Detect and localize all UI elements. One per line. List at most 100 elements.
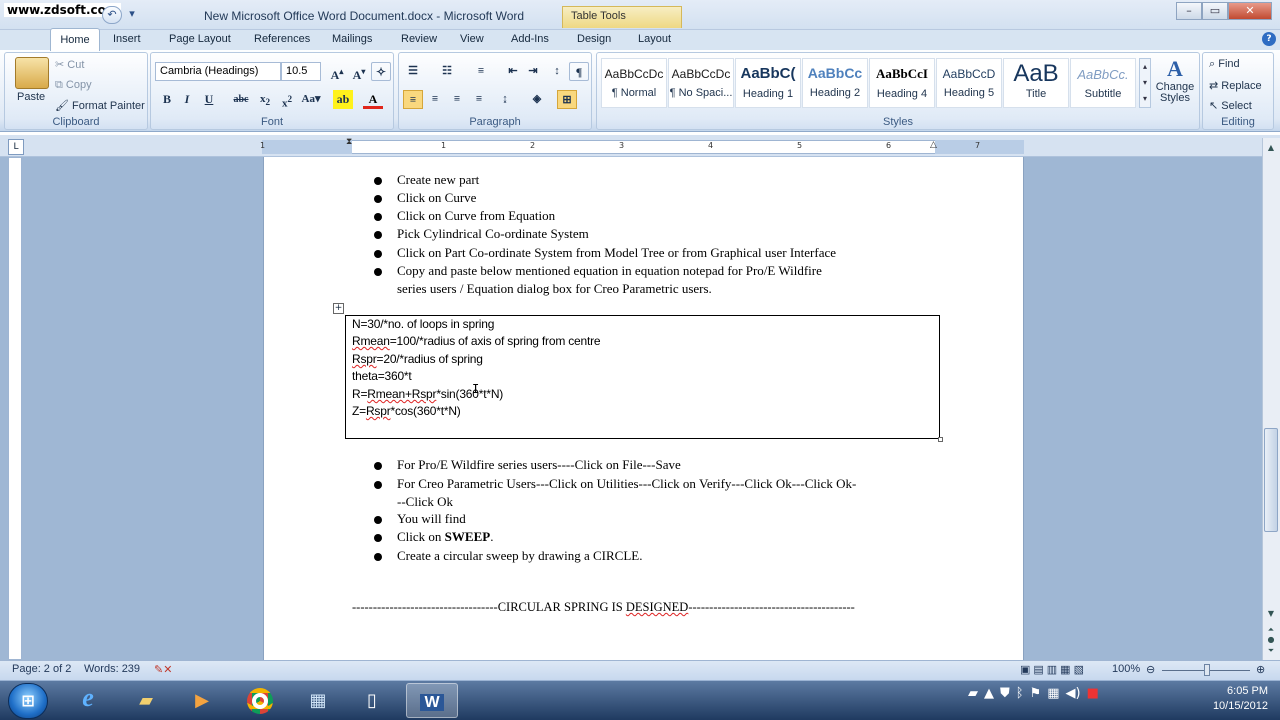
tray-arrow-icon[interactable]: ▲ [984,686,994,701]
change-styles-button[interactable]: A Change Styles [1154,56,1196,116]
find-button[interactable]: ⌕ Find [1209,58,1240,71]
increase-indent-icon[interactable]: ⇥ [523,62,543,81]
style-heading-1[interactable]: AaBbC(Heading 1 [735,58,801,108]
tab-selector[interactable]: L [8,139,24,155]
list-item[interactable]: Create new part [397,172,479,188]
cut-button[interactable]: ✂ Cut [55,58,84,71]
list-item[interactable]: Click on Part Co-ordinate System from Mo… [397,245,836,261]
proofing-icon[interactable]: ✎✕ [154,663,172,676]
explorer-folder-icon[interactable]: ▰ [120,683,172,718]
list-item-continuation[interactable]: series users / Equation dialog box for C… [397,281,712,297]
font-color-icon[interactable]: A [363,90,383,109]
list-item[interactable]: Pick Cylindrical Co-ordinate System [397,226,589,242]
bullets-icon[interactable]: ☰ [403,62,423,81]
align-right-icon[interactable]: ≡ [447,90,467,109]
tab-page-layout[interactable]: Page Layout [169,33,231,45]
tab-layout[interactable]: Layout [638,33,671,45]
view-buttons[interactable]: ▣▤▥▦▧ [1020,663,1087,676]
horizontal-ruler[interactable] [262,140,1024,154]
list-item[interactable]: Create a circular sweep by drawing a CIR… [397,548,642,564]
underline-button[interactable]: U [199,90,219,109]
show-formatting-icon[interactable]: ¶ [569,62,589,81]
internet-explorer-icon[interactable]: e [62,683,114,718]
maximize-button[interactable]: ▭ [1202,2,1228,20]
zoom-in-icon[interactable]: ⊕ [1256,663,1265,676]
borders-icon[interactable]: ⊞ [557,90,577,109]
tab-view[interactable]: View [460,33,484,45]
word-count[interactable]: Words: 239 [84,663,140,675]
line-spacing-icon[interactable]: ↨ [495,90,515,109]
style-title[interactable]: AaB Title [1003,58,1069,108]
style-subtitle[interactable]: AaBbCc. Subtitle [1070,58,1136,108]
style-heading-5[interactable]: AaBbCcD Heading 5 [936,58,1002,108]
tray-flag-icon[interactable]: ⚑ [1030,686,1042,701]
scroll-up-icon[interactable]: ▲ [1263,140,1279,156]
qat-dropdown-icon[interactable]: ▾ [126,6,138,24]
zoom-slider-thumb[interactable] [1204,664,1210,676]
superscript-button[interactable]: x2 [277,90,297,110]
font-size-combo[interactable]: 10.5 [281,62,321,81]
align-center-icon[interactable]: ≡ [425,90,445,109]
tray-bluetooth-icon[interactable]: ᛒ [1016,686,1024,701]
minimize-button[interactable]: – [1176,2,1202,20]
copy-button[interactable]: ⧉ Copy [55,79,92,92]
vertical-ruler[interactable] [8,157,22,660]
close-button[interactable]: ✕ [1228,2,1272,20]
tray-shield-icon[interactable]: ⛊ [1000,686,1010,701]
highlight-icon[interactable]: ab [333,90,353,109]
table-move-handle-icon[interactable]: + [333,303,344,314]
sort-icon[interactable]: ↕ [547,62,567,81]
paste-icon[interactable] [15,57,49,89]
right-indent-marker-icon[interactable]: △ [930,140,940,154]
grow-font-icon[interactable]: A▴ [327,62,347,82]
styles-scroll-icon[interactable]: ▴ ▾ ▾ [1139,58,1151,108]
list-item[interactable]: You will find [397,511,466,527]
undo-icon[interactable]: ↶ [102,6,122,24]
chrome-icon[interactable] [234,683,286,718]
style-no-spacing[interactable]: AaBbCcDc ¶ No Spaci... [668,58,734,108]
justify-icon[interactable]: ≡ [469,90,489,109]
style-normal[interactable]: AaBbCcDc ¶ Normal [601,58,667,108]
vertical-scrollbar[interactable] [1262,138,1280,660]
tab-review[interactable]: Review [401,33,437,45]
list-item[interactable]: Copy and paste below mentioned equation … [397,263,822,279]
italic-button[interactable]: I [177,90,197,109]
subscript-button[interactable]: x2 [255,90,275,109]
tab-mailings[interactable]: Mailings [332,33,372,45]
shading-icon[interactable]: ◈ [527,90,547,109]
replace-button[interactable]: ⇄ Replace [1209,79,1262,92]
closing-line[interactable]: -----------------------------------CIRCU… [352,600,855,615]
list-item[interactable]: For Creo Parametric Users---Click on Uti… [397,476,856,492]
font-name-combo[interactable]: Cambria (Headings) [155,62,281,81]
indent-marker-icon[interactable]: ⧗ [346,137,356,157]
decrease-indent-icon[interactable]: ⇤ [503,62,523,81]
numbering-icon[interactable]: ☷ [437,62,457,81]
list-item-continuation[interactable]: --Click Ok [397,494,453,510]
zoom-level[interactable]: 100% [1112,663,1140,675]
shrink-font-icon[interactable]: A▾ [349,62,369,82]
clock[interactable]: 6:05 PM 10/15/2012 [1188,684,1268,714]
tray-camera-icon[interactable]: ▰ [968,686,978,701]
tab-add-ins[interactable]: Add-Ins [511,33,549,45]
list-item[interactable]: Click on Curve from Equation [397,208,555,224]
select-button[interactable]: ↖ Select [1209,99,1252,112]
tray-volume-icon[interactable]: ◀) [1066,686,1081,701]
bold-button[interactable]: B [157,90,177,109]
tray-stop-icon[interactable]: ■ [1087,686,1099,701]
clear-formatting-icon[interactable]: ✧ [371,62,391,81]
strikethrough-button[interactable]: abc [231,90,251,109]
start-button-icon[interactable]: ⊞ [8,683,48,719]
blank-document-icon[interactable]: ▯ [346,683,398,718]
style-heading-2[interactable]: AaBbCc Heading 2 [802,58,868,108]
scroll-down-icon[interactable]: ▼ [1263,606,1279,622]
style-heading-4[interactable]: AaBbCcI Heading 4 [869,58,935,108]
format-painter-button[interactable]: 🖌 Format Painter [55,99,145,112]
tab-design[interactable]: Design [577,33,611,45]
calculator-icon[interactable]: ▦ [292,683,344,718]
help-icon[interactable]: ? [1262,32,1276,46]
list-item[interactable]: Click on SWEEP. [397,529,493,545]
tab-home[interactable]: Home [50,28,100,51]
zoom-out-icon[interactable]: ⊖ [1146,663,1155,676]
scrollbar-thumb[interactable] [1264,428,1278,532]
multilevel-list-icon[interactable]: ≡ [471,62,491,81]
